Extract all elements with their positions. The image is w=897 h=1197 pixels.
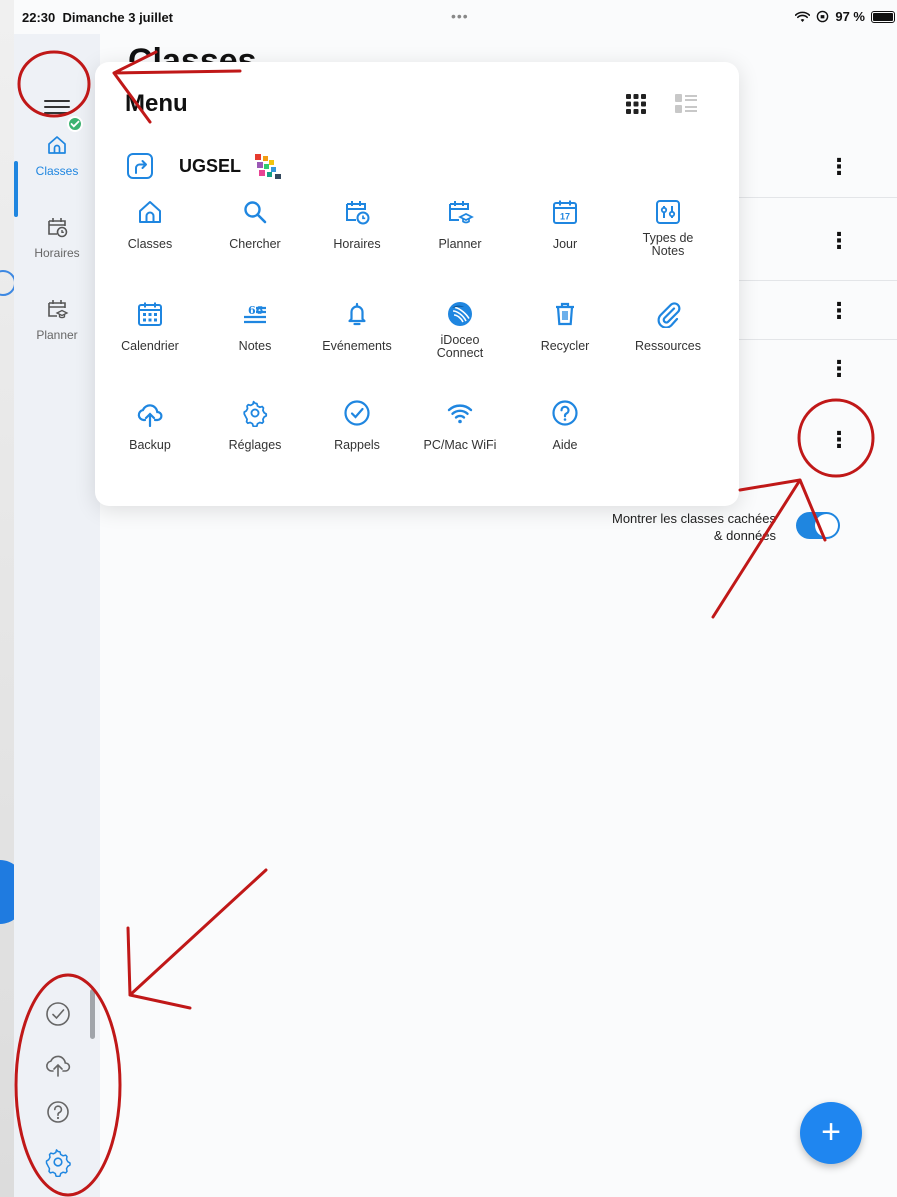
calendar-hat-icon xyxy=(449,201,474,224)
notes-icon: 66 xyxy=(244,304,266,324)
class-row-more-button[interactable]: ⋮ xyxy=(828,300,850,322)
add-class-button[interactable]: + xyxy=(800,1102,862,1164)
calendar-clock-icon xyxy=(346,201,370,225)
sidebar-scrollbar[interactable] xyxy=(90,989,95,1039)
menu-item-label: Types de Notes xyxy=(642,231,694,258)
orientation-lock-icon xyxy=(817,10,829,23)
sidebar-item-planner[interactable]: Planner xyxy=(14,297,100,342)
bell-icon xyxy=(348,302,366,326)
calendar-day-icon: 17 xyxy=(553,200,577,224)
menu-item-calendrier[interactable]: Calendrier xyxy=(100,300,200,353)
paperclip-icon xyxy=(657,302,681,328)
account-switcher[interactable]: UGSEL xyxy=(125,151,283,181)
trash-icon xyxy=(556,302,574,326)
ugsel-logo-icon xyxy=(255,154,282,179)
battery-percent: 97 % xyxy=(835,9,865,24)
calendar-clock-icon xyxy=(48,218,68,238)
menu-item-aide[interactable]: Aide xyxy=(515,399,615,452)
svg-text:66: 66 xyxy=(248,304,264,317)
help-icon xyxy=(552,400,578,426)
idoceo-connect-icon xyxy=(448,302,472,326)
sidebar: Classes Horaires Planner xyxy=(14,34,100,1197)
list-view-icon[interactable] xyxy=(675,94,697,114)
status-right: 97 % xyxy=(795,9,895,24)
menu-item-ressources[interactable]: Ressources xyxy=(618,300,718,353)
cloud-upload-icon xyxy=(137,404,163,427)
sync-check-badge xyxy=(67,116,83,132)
menu-item-planner[interactable]: Planner xyxy=(410,198,510,251)
menu-item-notes[interactable]: 66 Notes xyxy=(205,300,305,353)
menu-item-horaires[interactable]: Horaires xyxy=(307,198,407,251)
menu-item-classes[interactable]: Classes xyxy=(100,198,200,251)
home-icon xyxy=(139,201,161,223)
calendar-hat-icon xyxy=(48,300,69,319)
grid-view-icon[interactable] xyxy=(626,94,646,114)
status-bar: 22:30 Dimanche 3 juillet ••• 97 % xyxy=(14,0,897,34)
account-label: UGSEL xyxy=(179,155,242,176)
help-icon[interactable] xyxy=(43,1097,73,1127)
svg-text:17: 17 xyxy=(560,212,570,222)
menu-item-backup[interactable]: Backup xyxy=(100,399,200,452)
check-circle-icon[interactable] xyxy=(43,999,73,1029)
grade-types-icon xyxy=(656,200,680,224)
menu-item-evenements[interactable]: Evénements xyxy=(307,300,407,353)
home-icon xyxy=(48,136,66,154)
menu-item-reglages[interactable]: Réglages xyxy=(205,399,305,452)
settings-icon xyxy=(243,400,268,427)
check-circle-icon xyxy=(344,400,370,426)
wifi-icon xyxy=(447,404,473,424)
menu-item-pc-mac-wifi[interactable]: PC/Mac WiFi xyxy=(410,399,510,452)
show-hidden-classes-toggle[interactable] xyxy=(796,512,840,539)
wifi-icon xyxy=(795,11,811,22)
menu-item-types-de-notes[interactable]: Types de Notes xyxy=(618,198,718,258)
battery-icon xyxy=(871,10,895,23)
settings-icon[interactable] xyxy=(43,1147,73,1177)
sidebar-item-classes[interactable]: Classes xyxy=(14,133,100,178)
class-row-more-button[interactable]: ⋮ xyxy=(828,358,850,380)
menu-item-rappels[interactable]: Rappels xyxy=(307,399,407,452)
sidebar-item-horaires[interactable]: Horaires xyxy=(14,215,100,260)
class-row-more-button[interactable]: ⋮ xyxy=(828,429,850,451)
menu-item-recycler[interactable]: Recycler xyxy=(515,300,615,353)
calendar-grid-icon xyxy=(138,302,162,326)
show-hidden-classes-label: Montrer les classes cachées & données xyxy=(611,511,776,543)
sidebar-item-label: Horaires xyxy=(34,246,80,260)
hamburger-menu-button[interactable] xyxy=(42,96,72,120)
menu-popup: Menu UGSEL Classes Chercher Horaires Pla… xyxy=(95,62,739,506)
sidebar-item-label: Classes xyxy=(35,164,79,178)
class-row-more-button[interactable]: ⋮ xyxy=(828,156,850,178)
menu-item-label: iDoceo Connect xyxy=(436,333,484,360)
cloud-upload-icon[interactable] xyxy=(43,1049,73,1079)
menu-item-chercher[interactable]: Chercher xyxy=(205,198,305,251)
menu-item-idoceo-connect[interactable]: iDoceo Connect xyxy=(410,300,510,360)
sidebar-item-label: Planner xyxy=(36,328,78,342)
menu-title: Menu xyxy=(125,90,188,117)
status-time: 22:30 Dimanche 3 juillet xyxy=(22,10,174,25)
search-icon xyxy=(244,201,267,224)
multitask-dots[interactable]: ••• xyxy=(451,8,469,24)
class-row-more-button[interactable]: ⋮ xyxy=(828,230,850,252)
switch-account-icon xyxy=(127,153,153,179)
menu-item-jour[interactable]: 17 Jour xyxy=(515,198,615,251)
